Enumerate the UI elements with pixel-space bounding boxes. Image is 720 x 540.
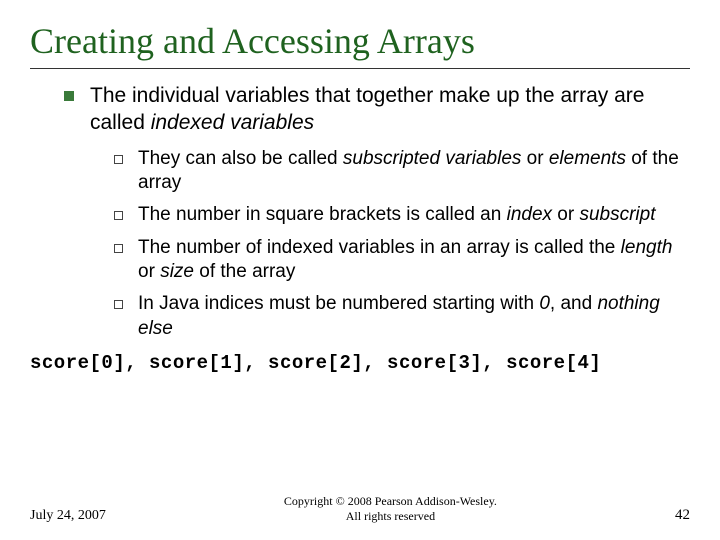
footer-date: July 24, 2007 xyxy=(30,508,106,524)
footer-copyright: Copyright © 2008 Pearson Addison-Wesley.… xyxy=(126,494,655,524)
text-italic: subscripted variables xyxy=(343,148,521,169)
list-item: The individual variables that together m… xyxy=(64,83,690,341)
bullet-list-level1: The individual variables that together m… xyxy=(30,83,690,341)
bullet-list-level2: They can also be called subscripted vari… xyxy=(90,147,690,341)
slide-title: Creating and Accessing Arrays xyxy=(30,20,690,62)
text-italic: subscript xyxy=(579,204,655,225)
slide-footer: July 24, 2007 Copyright © 2008 Pearson A… xyxy=(30,494,690,524)
text-italic: size xyxy=(160,261,194,282)
text: or xyxy=(138,261,160,282)
text: or xyxy=(552,204,579,225)
text-italic: length xyxy=(621,237,673,258)
title-rule xyxy=(30,68,690,69)
text: The number in square brackets is called … xyxy=(138,204,507,225)
copyright-line2: All rights reserved xyxy=(346,509,435,523)
slide: Creating and Accessing Arrays The indivi… xyxy=(0,0,720,540)
text: In Java indices must be numbered startin… xyxy=(138,293,539,314)
text: , and xyxy=(550,293,598,314)
text: The number of indexed variables in an ar… xyxy=(138,237,621,258)
text: or xyxy=(521,148,548,169)
list-item: The number of indexed variables in an ar… xyxy=(114,236,690,285)
list-item: In Java indices must be numbered startin… xyxy=(114,292,690,341)
copyright-line1: Copyright © 2008 Pearson Addison-Wesley. xyxy=(284,494,497,508)
list-item: The number in square brackets is called … xyxy=(114,203,690,227)
bullet-text-italic: indexed variables xyxy=(151,111,314,134)
list-item: They can also be called subscripted vari… xyxy=(114,147,690,196)
text-italic: 0 xyxy=(539,293,550,314)
footer-page-number: 42 xyxy=(675,507,690,524)
code-example: score[0], score[1], score[2], score[3], … xyxy=(30,351,690,375)
text: They can also be called xyxy=(138,148,343,169)
text: of the array xyxy=(194,261,295,282)
slide-content: The individual variables that together m… xyxy=(30,83,690,375)
text-italic: index xyxy=(507,204,552,225)
text-italic: elements xyxy=(549,148,626,169)
